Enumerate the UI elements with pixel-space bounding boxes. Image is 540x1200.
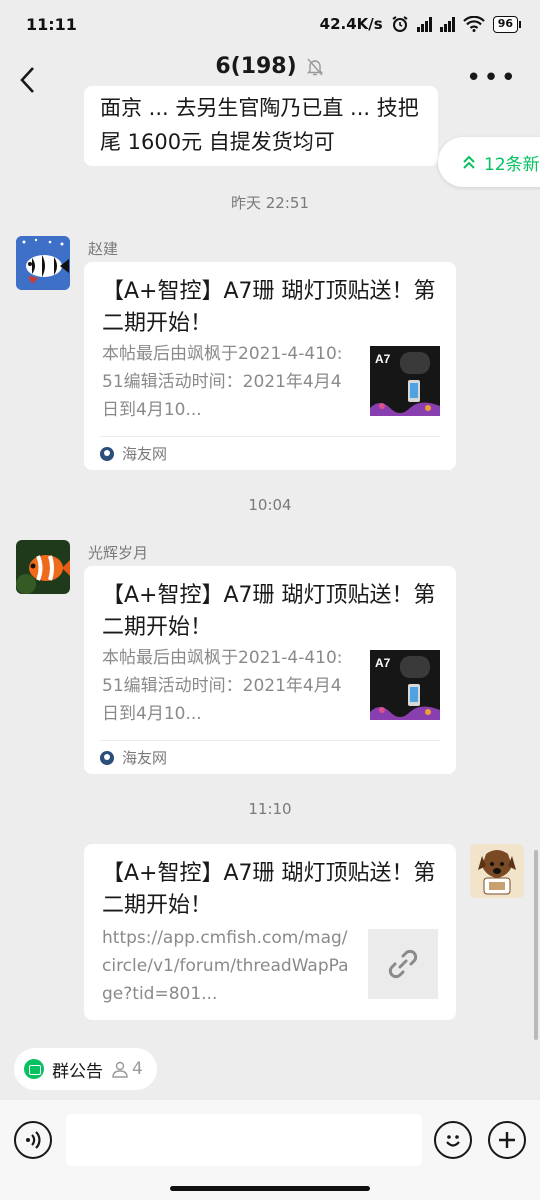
- alarm-icon: [392, 16, 408, 32]
- status-icons: 42.4K/s 96: [319, 15, 522, 33]
- network-speed: 42.4K/s: [319, 15, 383, 33]
- link-card-title: 【A+智控】A7珊 瑚灯顶贴送！第二期开始！: [102, 583, 436, 640]
- battery-icon: 96: [492, 15, 522, 33]
- voice-icon: [26, 1131, 41, 1149]
- emoji-button[interactable]: [434, 1121, 472, 1159]
- wifi-icon: [462, 16, 485, 32]
- link-card-url: https://app.cmfish.com/mag/circle/v1/for…: [102, 928, 349, 1004]
- sender-name: 光辉岁月: [88, 544, 149, 562]
- chat-title[interactable]: 6(198): [177, 54, 364, 79]
- timestamp: 昨天 22:51: [231, 194, 309, 212]
- self-avatar[interactable]: [470, 844, 524, 898]
- sender-name: 赵建: [88, 240, 119, 258]
- product-thumbnail-icon: A7: [370, 346, 440, 416]
- notice-icon: [24, 1059, 44, 1079]
- link-thumbnail: [368, 929, 438, 999]
- double-chevron-up-icon: [463, 155, 475, 169]
- site-icon: [100, 750, 114, 765]
- message-bubble-previous[interactable]: 面京 ... 去另生官陶乃已直 ... 技把 尾 1600元 自提发货均可: [84, 86, 438, 166]
- link-card-title: 【A+智控】A7珊 瑚灯顶贴送！第二期开始！: [102, 279, 436, 336]
- signal-icon: [416, 16, 432, 32]
- thumb-label: A7: [375, 656, 391, 670]
- source-name: 海友网: [122, 445, 168, 463]
- link-card-thumbnail: A7: [370, 346, 440, 416]
- clownfish-avatar-icon: [16, 236, 70, 290]
- link-card-message[interactable]: 【A+智控】A7珊 瑚灯顶贴送！第二期开始！ 本帖最后由飒枫于2021-4-41…: [84, 566, 456, 774]
- link-card-message[interactable]: 【A+智控】A7珊 瑚灯顶贴送！第二期开始！ 本帖最后由飒枫于2021-4-41…: [84, 262, 456, 470]
- dog-avatar-icon: [470, 844, 524, 898]
- group-name-count: 6(198): [215, 54, 297, 79]
- status-bar: 11:11 42.4K/s 96: [0, 0, 540, 48]
- member-count-value: 4: [132, 1059, 143, 1079]
- source-name: 海友网: [122, 749, 168, 767]
- avatar[interactable]: [16, 540, 70, 594]
- signal-icon-2: [439, 16, 455, 32]
- more-icon[interactable]: •••: [466, 65, 518, 91]
- message-input[interactable]: [66, 1114, 422, 1166]
- status-time: 11:11: [26, 14, 77, 34]
- link-card-title: 【A+智控】A7珊 瑚灯顶贴送！第二期开始！: [102, 861, 436, 918]
- person-icon: [112, 1061, 128, 1078]
- thumb-label: A7: [375, 352, 391, 366]
- previous-message-line1: 面京 ... 去另生官陶乃已直 ... 技把: [100, 96, 419, 120]
- plus-button[interactable]: [488, 1121, 526, 1159]
- new-messages-pill[interactable]: 12条新: [438, 137, 540, 187]
- link-card-source: 海友网: [100, 436, 440, 470]
- link-card-description: 本帖最后由飒枫于2021-4-410:51编辑活动时间：2021年4月4日到4月…: [102, 344, 343, 420]
- timestamp: 10:04: [248, 496, 292, 514]
- link-card-message-self[interactable]: 【A+智控】A7珊 瑚灯顶贴送！第二期开始！ https://app.cmfis…: [84, 844, 456, 1020]
- link-card-source: 海友网: [100, 740, 440, 774]
- site-icon: [100, 446, 114, 461]
- timestamp: 11:10: [248, 800, 292, 818]
- new-messages-label: 12条新: [484, 154, 540, 175]
- group-notice-pill[interactable]: 群公告 4: [14, 1048, 157, 1090]
- back-icon[interactable]: [18, 66, 38, 94]
- emoji-icon: [446, 1135, 460, 1147]
- link-card-thumbnail: A7: [370, 650, 440, 720]
- scrollbar[interactable]: [534, 850, 538, 1040]
- avatar[interactable]: [16, 236, 70, 290]
- link-card-description: 本帖最后由飒枫于2021-4-410:51编辑活动时间：2021年4月4日到4月…: [102, 648, 343, 724]
- link-icon: [388, 949, 418, 979]
- clownfish-photo-avatar-icon: [16, 540, 70, 594]
- mute-bell-icon: [306, 58, 323, 75]
- input-bar: [0, 1100, 540, 1200]
- home-indicator[interactable]: [170, 1186, 370, 1191]
- plus-icon: [499, 1132, 515, 1148]
- member-count: 4: [111, 1059, 143, 1079]
- voice-button[interactable]: [14, 1121, 52, 1159]
- product-thumbnail-icon: A7: [370, 650, 440, 720]
- group-notice-label: 群公告: [52, 1061, 103, 1082]
- previous-message-line2: 尾 1600元 自提发货均可: [100, 130, 335, 154]
